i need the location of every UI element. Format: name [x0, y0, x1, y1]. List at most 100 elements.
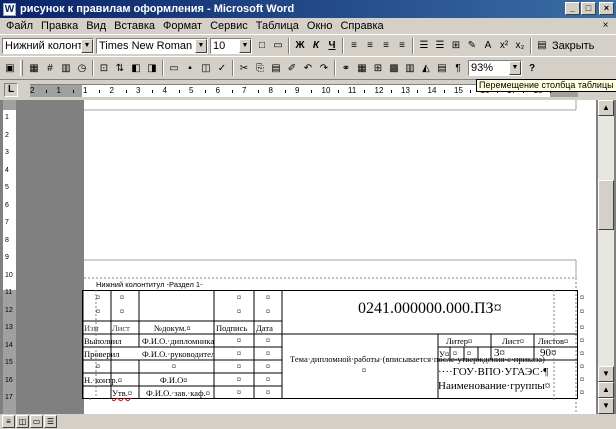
- organization-name[interactable]: ····ГОУ·ВПО·УГАЭС·¶: [438, 366, 548, 378]
- chevron-down-icon[interactable]: ▼: [195, 38, 207, 53]
- style-value: Нижний колонтиту: [5, 39, 81, 52]
- numbered-list-icon[interactable]: ☰: [417, 37, 431, 55]
- page-setup-icon[interactable]: ▦: [27, 59, 41, 77]
- print-icon[interactable]: ▭: [167, 59, 181, 77]
- copy-icon[interactable]: ⎘: [253, 59, 267, 77]
- italic-button[interactable]: К: [309, 37, 323, 55]
- row-utv-name: Ф.И.О.·зав.·каф.¤: [146, 388, 210, 398]
- ruler-number: 1: [5, 114, 9, 121]
- maximize-button[interactable]: □: [581, 2, 596, 15]
- scroll-down-icon[interactable]: ▼: [598, 366, 614, 382]
- zoom-combo[interactable]: 93% ▼: [468, 60, 522, 76]
- link-previous-icon[interactable]: ⊡: [97, 59, 111, 77]
- insert-date-icon[interactable]: ▥: [59, 59, 73, 77]
- title-block-table[interactable]: ¤ ¤ ¤ ¤ ¤ ¤ ¤ ¤ 0241.000000.000.ПЗ¤ Изм …: [82, 290, 584, 400]
- insert-excel-icon[interactable]: ▩: [387, 59, 401, 77]
- preview-icon[interactable]: ◫: [199, 59, 213, 77]
- chevron-down-icon[interactable]: ▼: [509, 61, 521, 75]
- topic-text[interactable]: Тема·дипломной·работы·(вписывается·после…: [290, 354, 545, 376]
- chevron-down-icon[interactable]: ▼: [81, 38, 93, 53]
- show-previous-icon[interactable]: ◧: [129, 59, 143, 77]
- bulleted-list-icon[interactable]: ☰: [433, 37, 447, 55]
- ruler-number: 7: [242, 86, 247, 95]
- switch-header-footer-icon[interactable]: ⇅: [113, 59, 127, 77]
- insert-time-icon[interactable]: ◷: [75, 59, 89, 77]
- document-close-button[interactable]: ×: [599, 19, 612, 32]
- document-code[interactable]: 0241.000000.000.ПЗ¤: [358, 300, 502, 318]
- tab-selector[interactable]: L: [4, 83, 18, 97]
- tables-borders-icon[interactable]: ▦: [355, 59, 369, 77]
- bold-button[interactable]: Ж: [293, 37, 307, 55]
- save-icon[interactable]: ▪: [183, 59, 197, 77]
- format-painter-icon[interactable]: ✐: [285, 59, 299, 77]
- ruler-number: 4: [162, 86, 167, 95]
- group-name[interactable]: Наименование·группы¤: [438, 380, 550, 392]
- underline-button[interactable]: Ч: [325, 37, 339, 55]
- cell-mark: ¤: [266, 362, 270, 371]
- horizontal-scrollbar[interactable]: ≡ ◫ ▭ ☰: [0, 414, 616, 429]
- menu-view[interactable]: Вид: [82, 20, 110, 32]
- new-document-icon[interactable]: □: [255, 37, 269, 55]
- chevron-down-icon[interactable]: ▼: [239, 38, 251, 53]
- page-number-icon[interactable]: #: [43, 59, 57, 77]
- show-hide-icon[interactable]: ¶: [451, 59, 465, 77]
- drawing-icon[interactable]: ◭: [419, 59, 433, 77]
- next-page-icon[interactable]: ▼: [598, 398, 614, 414]
- minimize-button[interactable]: _: [565, 2, 580, 15]
- toolbar-grip: [20, 60, 23, 76]
- superscript-icon[interactable]: x²: [497, 37, 511, 55]
- scroll-up-icon[interactable]: ▲: [598, 100, 614, 116]
- align-center-icon[interactable]: ≡: [363, 37, 377, 55]
- scroll-thumb[interactable]: [598, 180, 614, 230]
- ruler-tick: [125, 90, 127, 93]
- open-folder-icon[interactable]: ▭: [271, 37, 285, 55]
- insert-autotext-icon[interactable]: ▣: [3, 59, 17, 77]
- ruler-number: 6: [215, 86, 220, 95]
- menu-file[interactable]: Файл: [0, 20, 37, 32]
- close-header-footer-button[interactable]: Закрыть: [552, 40, 594, 52]
- close-button[interactable]: ×: [599, 2, 614, 15]
- redo-icon[interactable]: ↷: [317, 59, 331, 77]
- menu-tools[interactable]: Сервис: [206, 20, 252, 32]
- columns-icon[interactable]: ▥: [403, 59, 417, 77]
- menu-format[interactable]: Формат: [159, 20, 206, 32]
- spelling-icon[interactable]: ✓: [215, 59, 229, 77]
- print-layout-icon[interactable]: ▭: [30, 415, 43, 428]
- ruler-number: 12: [374, 86, 384, 95]
- hyperlink-icon[interactable]: ⚭: [339, 59, 353, 77]
- menu-table[interactable]: Таблица: [252, 20, 303, 32]
- show-next-icon[interactable]: ◨: [145, 59, 159, 77]
- document-map-icon[interactable]: ▤: [435, 59, 449, 77]
- vertical-ruler[interactable]: 1 2 3 4 5 6 7 8 9 10 11 12 13 14 15 16 17: [3, 100, 17, 414]
- menu-window[interactable]: Окно: [303, 20, 337, 32]
- subscript-icon[interactable]: x₂: [513, 37, 527, 55]
- outline-view-icon[interactable]: ☰: [44, 415, 57, 428]
- word-app-icon[interactable]: W: [3, 2, 16, 16]
- cut-icon[interactable]: ✂: [237, 59, 251, 77]
- insert-table-icon[interactable]: ⊞: [371, 59, 385, 77]
- font-color-icon[interactable]: A: [481, 37, 495, 55]
- menu-insert[interactable]: Вставка: [110, 20, 159, 32]
- align-left-icon[interactable]: ≡: [347, 37, 361, 55]
- ruler-tick: [231, 90, 233, 93]
- row-vypolnil-name: Ф.И.О.·дипломника: [142, 336, 214, 346]
- header-footer-icon[interactable]: ▤: [535, 37, 549, 55]
- normal-view-icon[interactable]: ≡: [2, 415, 15, 428]
- vertical-scrollbar[interactable]: ▲ ▼ ▲ ▼: [598, 100, 614, 414]
- menu-edit[interactable]: Правка: [37, 20, 82, 32]
- paste-icon[interactable]: ▤: [269, 59, 283, 77]
- justify-icon[interactable]: ≡: [395, 37, 409, 55]
- menu-help[interactable]: Справка: [336, 20, 387, 32]
- style-combo[interactable]: Нижний колонтиту ▼: [2, 37, 94, 54]
- borders-icon[interactable]: ⊞: [449, 37, 463, 55]
- font-size-combo[interactable]: 10 ▼: [210, 37, 252, 54]
- previous-page-icon[interactable]: ▲: [598, 382, 614, 398]
- undo-icon[interactable]: ↶: [301, 59, 315, 77]
- help-button[interactable]: ?: [525, 59, 539, 77]
- highlight-icon[interactable]: ✎: [465, 37, 479, 55]
- font-combo[interactable]: Times New Roman ▼: [96, 37, 208, 54]
- ruler-number: 9: [295, 86, 300, 95]
- web-view-icon[interactable]: ◫: [16, 415, 29, 428]
- ruler-number: 8: [5, 236, 9, 244]
- align-right-icon[interactable]: ≡: [379, 37, 393, 55]
